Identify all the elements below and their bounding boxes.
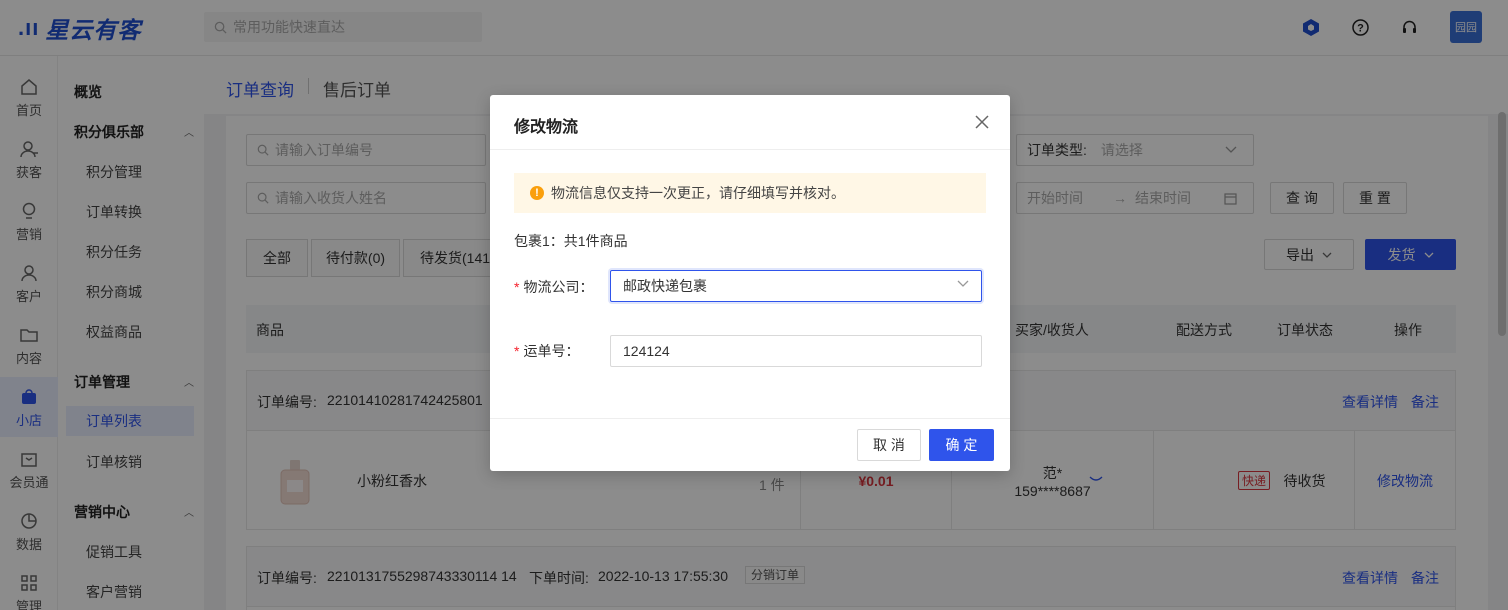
dialog-footer-divider — [490, 418, 1010, 419]
cancel-button[interactable]: 取 消 — [857, 429, 921, 461]
required-mark: * — [514, 343, 520, 359]
tracking-number-input[interactable]: 124124 — [610, 335, 982, 367]
dialog-title: 修改物流 — [514, 119, 579, 136]
modify-logistics-dialog: 修改物流 ! 物流信息仅支持一次更正，请仔细填写并核对。 包裹1：共1件商品 *… — [490, 95, 1010, 471]
logistics-company-select[interactable]: 邮政快递包裹 — [610, 270, 982, 302]
dialog-header-divider — [490, 149, 1010, 150]
chevron-down-icon — [957, 280, 969, 287]
package-info: 包裹1：共1件商品 — [514, 233, 628, 249]
warning-icon: ! — [530, 186, 544, 200]
company-label: * 物流公司： — [514, 277, 593, 297]
logistics-company-value: 邮政快递包裹 — [623, 278, 707, 294]
tracking-label-text: 运单号： — [523, 343, 580, 359]
close-icon[interactable] — [974, 114, 990, 130]
company-label-text: 物流公司： — [523, 279, 594, 295]
tracking-label: * 运单号： — [514, 341, 579, 361]
tracking-number-value: 124124 — [623, 343, 670, 359]
confirm-button[interactable]: 确 定 — [929, 429, 994, 461]
notice-alert: ! 物流信息仅支持一次更正，请仔细填写并核对。 — [514, 173, 986, 213]
notice-text: 物流信息仅支持一次更正，请仔细填写并核对。 — [551, 185, 845, 201]
required-mark: * — [514, 279, 520, 295]
